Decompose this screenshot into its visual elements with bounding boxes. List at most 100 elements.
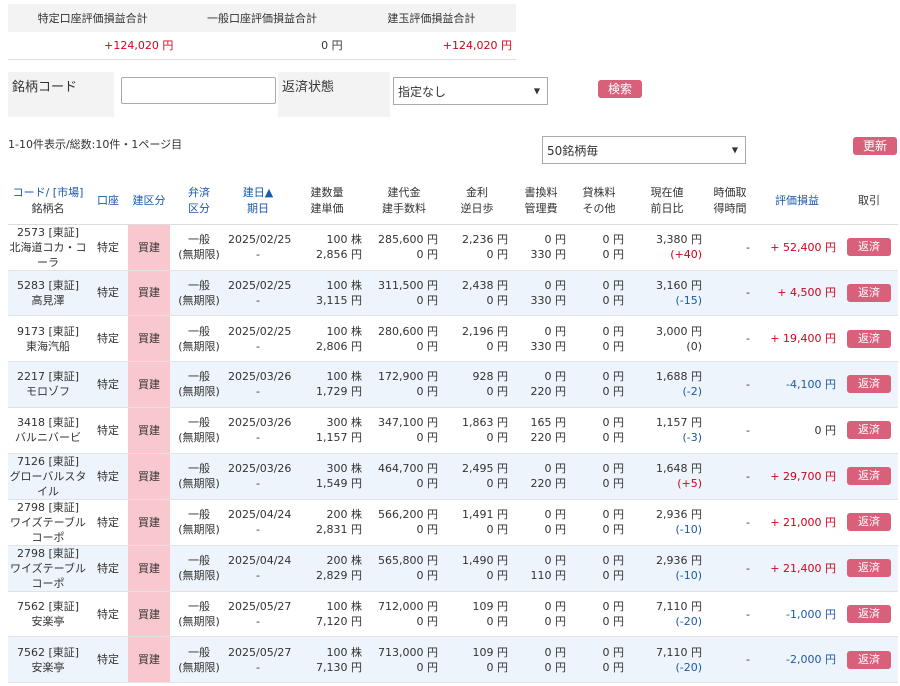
col-code-line1: コード/ [市場] <box>12 185 84 199</box>
cell-time: - <box>706 361 754 408</box>
price-change: (0) <box>686 339 702 353</box>
cell-trade: 返済 <box>840 270 898 317</box>
cell-line1: 0 円 <box>544 508 567 522</box>
cell-pl: -4,100 円 <box>754 361 840 408</box>
col-amount-line1: 建代金 <box>387 185 421 199</box>
cell: 200 株 2,829 円 <box>288 545 366 592</box>
price-change: (-2) <box>682 385 702 399</box>
cell-line2: 0 円 <box>416 248 439 261</box>
cell: 200 株 2,831 円 <box>288 499 366 546</box>
table-row: 3418 [東証] バルニバービ 特定 買建 一般 (無期限) 2025/03/26-300… <box>8 407 898 454</box>
refresh-button[interactable]: 更新 <box>853 137 897 155</box>
cell-line2: 2,806 円 <box>316 339 362 353</box>
repay-button[interactable]: 返済 <box>847 238 891 256</box>
cell-line1: 一般 <box>188 600 210 614</box>
cell-line1: 1,490 円 <box>462 554 508 568</box>
repay-button[interactable]: 返済 <box>847 421 891 440</box>
table-row: 5283 [東証] 高見澤 特定 買建 一般 (無期限) 2025/02/25-100 株3… <box>8 270 898 317</box>
cell-line1: 0 円 <box>544 370 567 384</box>
repay-button[interactable]: 返済 <box>847 605 891 624</box>
repay-button[interactable]: 返済 <box>847 283 891 302</box>
cell-line2: 0 円 <box>416 569 439 583</box>
cell: 2025/02/25- <box>228 315 291 363</box>
repay-button[interactable]: 返済 <box>847 329 891 348</box>
cell-line1: 109 円 <box>472 645 509 659</box>
repay-button[interactable]: 返済 <box>847 375 891 394</box>
repay-button[interactable]: 返済 <box>847 650 891 669</box>
cell-trade: 返済 <box>840 224 898 271</box>
col-pl[interactable]: 評価損益 <box>754 178 840 225</box>
cell-line1: 0 円 <box>602 324 625 338</box>
table-row: 7562 [東証] 安楽亭 特定 買建 一般 (無期限) 2025/05/27-100 株7… <box>8 636 898 684</box>
cell: 0 円0 円 <box>512 591 570 638</box>
status-select[interactable]: 指定なし ▼ <box>393 77 548 105</box>
col-qty-line1: 建数量 <box>310 185 344 199</box>
col-time-line2: 得時間 <box>713 201 747 215</box>
cell-line2: 0 円 <box>486 615 509 629</box>
cell: 109 円0 円 <box>442 591 512 638</box>
cell: 0 円0 円 <box>570 636 628 684</box>
cell-line2: 0 円 <box>602 248 625 261</box>
col-repay[interactable]: 弁済 区分 <box>170 178 228 225</box>
cell-side: 買建 <box>128 361 170 408</box>
cell-side: 買建 <box>128 315 170 363</box>
repay-button[interactable]: 返済 <box>847 467 891 486</box>
code-input[interactable] <box>121 77 276 104</box>
cell: 2025/03/26- <box>228 453 291 500</box>
cell-line1: 0 円 <box>602 645 625 659</box>
stock-code: 2798 [東証] <box>16 500 80 514</box>
cell-stock: 2573 [東証] 北海道コカ・コーラ <box>8 224 88 271</box>
cell-line1: 2025/03/26 <box>228 370 292 384</box>
col-trade: 取引 <box>840 178 898 225</box>
stock-name: 北海道コカ・コーラ <box>9 240 87 269</box>
stock-code: 5283 [東証] <box>16 278 80 292</box>
repay-button[interactable]: 返済 <box>847 559 891 578</box>
current-price: 2,936 円 <box>656 508 702 522</box>
cell-line2: 0 円 <box>544 660 567 674</box>
current-price: 1,157 円 <box>656 416 702 430</box>
cell: 713,000 円0 円 <box>366 636 442 684</box>
cell: 2025/02/25- <box>228 224 291 271</box>
summary-value-tokutei: +124,020 円 <box>8 32 178 60</box>
cell-line2: 0 円 <box>486 293 509 307</box>
cell: 165 円 220 円 <box>512 407 570 454</box>
cell-line2: 7,120 円 <box>316 615 362 629</box>
cell-line1: 566,200 円 <box>378 508 438 522</box>
col-date[interactable]: 建日▲ 期日 <box>228 178 288 225</box>
repay-button[interactable]: 返済 <box>847 513 891 532</box>
cell-line1: 0 円 <box>602 462 625 476</box>
cell-line1: 一般 <box>188 416 210 430</box>
col-fee-line1: 書換料 <box>524 185 558 199</box>
cell-line1: 1,491 円 <box>462 508 508 522</box>
summary-header-tokutei: 特定口座評価損益合計 <box>8 4 178 32</box>
current-price: 2,936 円 <box>656 554 702 568</box>
per-page-select[interactable]: 50銘柄毎 ▼ <box>542 136 746 164</box>
cell-line2: 220 円 <box>530 385 567 399</box>
cell-line2: 0 円 <box>416 293 439 307</box>
col-account[interactable]: 口座 <box>88 178 128 225</box>
cell: 2,196 円0 円 <box>442 315 512 363</box>
search-button[interactable]: 検索 <box>598 80 642 98</box>
cell-account: 特定 <box>88 591 128 638</box>
cell: 2,236 円 0 円 <box>442 224 512 271</box>
cell-line2: - <box>256 523 260 537</box>
cell-price: 2,936 円 (-10) <box>628 545 706 592</box>
cell-trade: 返済 <box>840 499 898 546</box>
cell-line2: 330 円 <box>530 248 567 261</box>
cell-line1: 2025/03/26 <box>228 416 292 430</box>
cell: 一般 (無期限) <box>170 315 228 363</box>
col-price-line2: 前日比 <box>650 201 684 215</box>
cell: 一般 (無期限) <box>170 591 228 638</box>
cell: 109 円0 円 <box>442 636 512 684</box>
col-code[interactable]: コード/ [市場] 銘柄名 <box>8 178 88 225</box>
cell-time: - <box>706 545 754 592</box>
cell-line1: 0 円 <box>544 278 567 292</box>
per-page-value: 50銘柄毎 <box>547 144 599 158</box>
cell-pl: -2,000 円 <box>754 636 840 684</box>
cell-line2: - <box>256 660 260 674</box>
cell-trade: 返済 <box>840 407 898 454</box>
cell-line2: 0 円 <box>602 660 625 674</box>
col-side[interactable]: 建区分 <box>128 178 170 225</box>
cell-line2: 0 円 <box>416 385 439 399</box>
cell: 565,800 円0 円 <box>366 545 442 592</box>
